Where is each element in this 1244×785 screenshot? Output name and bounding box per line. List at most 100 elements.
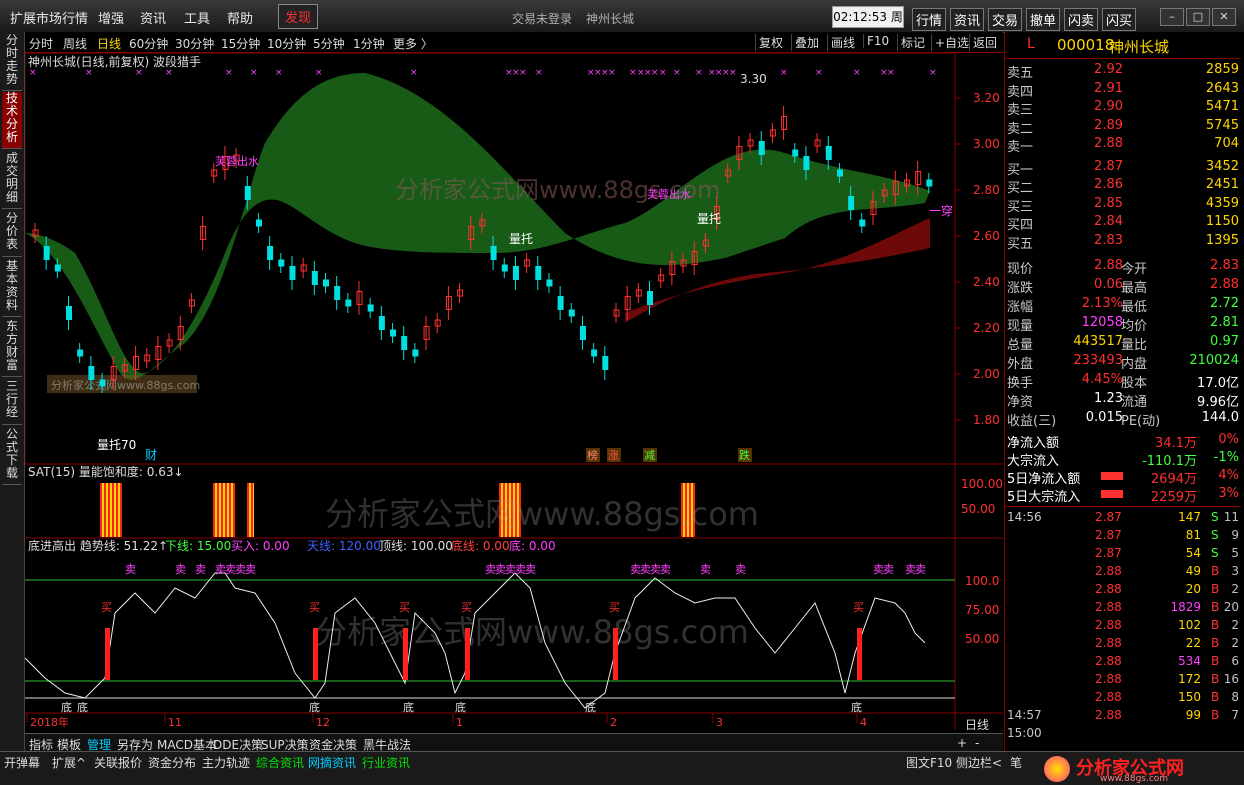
stat-row: 涨跌 0.06 最高 2.88 xyxy=(1007,277,1239,296)
menu-news[interactable]: 资讯 xyxy=(140,8,166,27)
flower-logo-icon xyxy=(1044,756,1070,782)
capital-distribution[interactable]: 资金分布 xyxy=(148,754,196,771)
tab-eastmoney[interactable]: 东方财富 xyxy=(2,320,22,377)
menu-market[interactable]: 扩展市场行情 xyxy=(10,8,88,27)
news-button[interactable]: 资讯 xyxy=(950,8,985,31)
signal-markers: × × × × × × × × × × × × × × × × × × × × × × × × × × × × × × × × × × xyxy=(29,68,937,78)
kline-chart[interactable]: 分析家公式网www.88gs.com 分析家公式网www.88gs.com 神州… xyxy=(25,53,1003,730)
period-15m[interactable]: 15分钟 xyxy=(221,35,260,52)
main-track[interactable]: 主力轨迹 xyxy=(202,754,250,771)
candle-body xyxy=(43,246,50,260)
buy-bar xyxy=(465,628,470,680)
cancel-order-button[interactable]: 撤单 xyxy=(1026,8,1061,31)
flow-row: 净流入额 34.1万 0% xyxy=(1007,432,1239,451)
period-more[interactable]: 更多 〉 xyxy=(393,35,433,52)
tab-technical[interactable]: 技术分析 xyxy=(2,92,22,149)
expand-toggle[interactable]: 扩展^ xyxy=(52,754,86,771)
tab-intraday[interactable]: 分时走势 xyxy=(2,34,22,91)
tab-basic-info[interactable]: 基本资料 xyxy=(2,260,22,317)
buy-label: 买 xyxy=(853,601,864,614)
tick-row: 2.87 54 S 5 xyxy=(1095,546,1239,560)
period-5m[interactable]: 5分钟 xyxy=(313,35,345,52)
candle-body xyxy=(401,336,408,350)
sell-label: 卖 xyxy=(883,563,894,576)
tick-row: 2.88 1829 B 20 xyxy=(1095,600,1239,614)
quote-panel: L 000018 神州长城 卖五 2.92 2859 卖四 2.91 2643 卖三 2.90… xyxy=(1004,32,1244,752)
period-30m[interactable]: 30分钟 xyxy=(175,35,214,52)
back-button[interactable]: 返回 xyxy=(969,34,1000,51)
x-marker: × xyxy=(929,68,937,78)
date-tick: 12 xyxy=(316,716,330,729)
tab-trade-detail[interactable]: 成交明细 xyxy=(2,152,22,209)
general-news[interactable]: 综合资讯 xyxy=(256,754,304,771)
stat-row: 收益(三) 0.015 PE(动) 144.0 xyxy=(1007,410,1239,429)
flash-sell-button[interactable]: 闪卖 xyxy=(1064,8,1099,31)
digest-news[interactable]: 网摘资讯 xyxy=(308,754,356,771)
bottom-label: 底 xyxy=(61,700,72,714)
buy-label: 买 xyxy=(609,601,620,614)
tab-formula-download[interactable]: 公式下载 xyxy=(2,428,22,485)
adjust-button[interactable]: 复权 xyxy=(755,34,786,51)
cross-label: 一穿 xyxy=(929,203,953,218)
candle-body xyxy=(267,246,274,260)
mark-button[interactable]: 标记 xyxy=(897,34,928,51)
bottom-label: 底 xyxy=(309,700,320,714)
flow-row: 大宗流入 -110.1万 -1% xyxy=(1007,450,1239,469)
sat-tick-100: 100.00 xyxy=(961,477,1003,491)
main-chart-title: 神州长城(日线,前复权) 波段猎手 xyxy=(28,54,201,69)
menu-tools[interactable]: 工具 xyxy=(184,8,210,27)
add-watchlist-button[interactable]: +自选 xyxy=(931,34,972,51)
sidebar-toggle[interactable]: 侧边栏< xyxy=(956,754,1002,771)
related-quote[interactable]: 关联报价 xyxy=(94,754,142,771)
danmaku-toggle[interactable]: 开弹幕 xyxy=(4,754,40,771)
zoom-out-icon[interactable]: - xyxy=(975,736,979,750)
sell-label: 卖 xyxy=(195,563,206,576)
price-tick: 3.20 xyxy=(973,91,1000,105)
pen-icon[interactable]: 笔 xyxy=(1010,754,1022,771)
x-marker: × xyxy=(651,68,659,78)
x-marker: × xyxy=(853,68,861,78)
flash-buy-button[interactable]: 闪买 xyxy=(1102,8,1137,31)
period-10m[interactable]: 10分钟 xyxy=(267,35,306,52)
sat-bar xyxy=(100,483,122,537)
trade-button[interactable]: 交易 xyxy=(988,8,1023,31)
tick-row: 2.88 534 B 6 xyxy=(1095,654,1239,668)
candle-body xyxy=(803,156,810,170)
price-tick: 2.40 xyxy=(973,275,1000,289)
tab-sanhangjing[interactable]: 三行经 xyxy=(2,380,22,425)
f10-button[interactable]: F10 xyxy=(863,34,892,48)
bottom-label: 底 xyxy=(851,700,862,714)
quote-button[interactable]: 行情 xyxy=(912,8,947,31)
price-tick: 2.20 xyxy=(973,321,1000,335)
candle-body xyxy=(244,186,251,200)
list-marker: 榜 xyxy=(587,448,598,462)
overlay-button[interactable]: 叠加 xyxy=(791,34,822,51)
stat-row: 净资 1.23 流通 9.96亿 xyxy=(1007,391,1239,410)
watermark-2: 分析家公式网www.88gs.com xyxy=(325,495,759,533)
x-marker: × xyxy=(815,68,823,78)
quote-row: 卖一 2.88 704 xyxy=(1007,136,1239,155)
x-marker: × xyxy=(695,68,703,78)
period-1m[interactable]: 1分钟 xyxy=(353,35,385,52)
menu-enhance[interactable]: 增强 xyxy=(98,8,124,27)
maximize-icon[interactable]: □ xyxy=(1186,8,1210,26)
osc-tick-75: 75.00 xyxy=(965,603,999,617)
minimize-icon[interactable]: – xyxy=(1160,8,1184,26)
industry-news[interactable]: 行业资讯 xyxy=(362,754,410,771)
f10-graphic[interactable]: 图文F10 xyxy=(906,754,952,771)
menu-help[interactable]: 帮助 xyxy=(227,8,253,27)
tab-price-table[interactable]: 分价表 xyxy=(2,212,22,257)
draw-button[interactable]: 画线 xyxy=(827,34,858,51)
sell-label: 卖 xyxy=(125,563,136,576)
zoom-in-icon[interactable]: + xyxy=(957,736,967,750)
menu-discover[interactable]: 发现 xyxy=(278,4,319,29)
close-icon[interactable]: ✕ xyxy=(1212,8,1236,26)
period-60m[interactable]: 60分钟 xyxy=(129,35,168,52)
period-week[interactable]: 周线 xyxy=(63,35,87,52)
period-day[interactable]: 日线 xyxy=(97,35,121,52)
period-intraday[interactable]: 分时 xyxy=(29,35,53,52)
x-marker: × xyxy=(315,68,323,78)
brand-url: www.88gs.com xyxy=(1100,774,1169,784)
sell-label: 卖 xyxy=(915,563,926,576)
candle-body xyxy=(758,141,765,155)
